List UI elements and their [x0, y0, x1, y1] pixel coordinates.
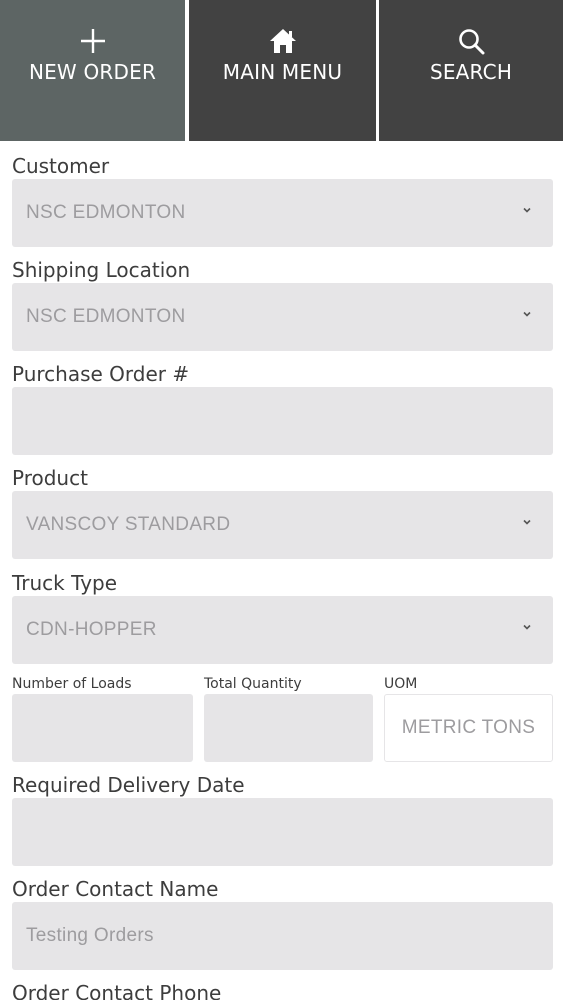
uom-value: METRIC TONS	[401, 717, 536, 738]
main-menu-label: MAIN MENU	[222, 60, 343, 84]
chevron-down-icon	[523, 207, 531, 213]
shipping-location-label: Shipping Location	[12, 258, 191, 282]
search-icon	[456, 26, 486, 56]
truck-type-label: Truck Type	[12, 571, 118, 595]
shipping-location-value: NSC EDMONTON	[26, 306, 186, 327]
search-button[interactable]: SEARCH	[379, 0, 563, 141]
number-of-loads-input[interactable]	[12, 694, 193, 762]
number-of-loads-label: Number of Loads	[12, 676, 132, 692]
plus-icon	[78, 26, 108, 56]
product-select[interactable]: VANSCOY STANDARD	[12, 491, 553, 559]
required-delivery-date-label: Required Delivery Date	[12, 773, 245, 797]
truck-type-value: CDN-HOPPER	[26, 619, 157, 640]
order-contact-name-placeholder: Testing Orders	[26, 925, 154, 946]
uom-label: UOM	[384, 676, 418, 692]
total-quantity-label: Total Quantity	[204, 676, 302, 692]
top-navigation: NEW ORDER MAIN MENU SEARCH	[0, 0, 563, 141]
shipping-location-select[interactable]: NSC EDMONTON	[12, 283, 553, 351]
truck-type-select[interactable]: CDN-HOPPER	[12, 596, 553, 664]
customer-label: Customer	[12, 154, 110, 178]
purchase-order-label: Purchase Order #	[12, 362, 190, 386]
total-quantity-input[interactable]	[204, 694, 373, 762]
purchase-order-input[interactable]	[12, 387, 553, 455]
chevron-down-icon	[523, 624, 531, 630]
product-value: VANSCOY STANDARD	[26, 514, 231, 535]
required-delivery-date-input[interactable]	[12, 798, 553, 866]
home-icon	[268, 26, 298, 56]
customer-value: NSC EDMONTON	[26, 202, 186, 223]
search-label: SEARCH	[429, 60, 513, 84]
order-contact-name-label: Order Contact Name	[12, 877, 219, 901]
chevron-down-icon	[523, 311, 531, 317]
customer-select[interactable]: NSC EDMONTON	[12, 179, 553, 247]
main-menu-button[interactable]: MAIN MENU	[189, 0, 376, 141]
new-order-button[interactable]: NEW ORDER	[0, 0, 185, 141]
order-contact-phone-label: Order Contact Phone	[12, 981, 222, 1000]
chevron-down-icon	[523, 519, 531, 525]
uom-field[interactable]: METRIC TONS	[384, 694, 553, 762]
product-label: Product	[12, 466, 88, 490]
new-order-label: NEW ORDER	[28, 60, 157, 84]
order-contact-name-input[interactable]: Testing Orders	[12, 902, 553, 970]
